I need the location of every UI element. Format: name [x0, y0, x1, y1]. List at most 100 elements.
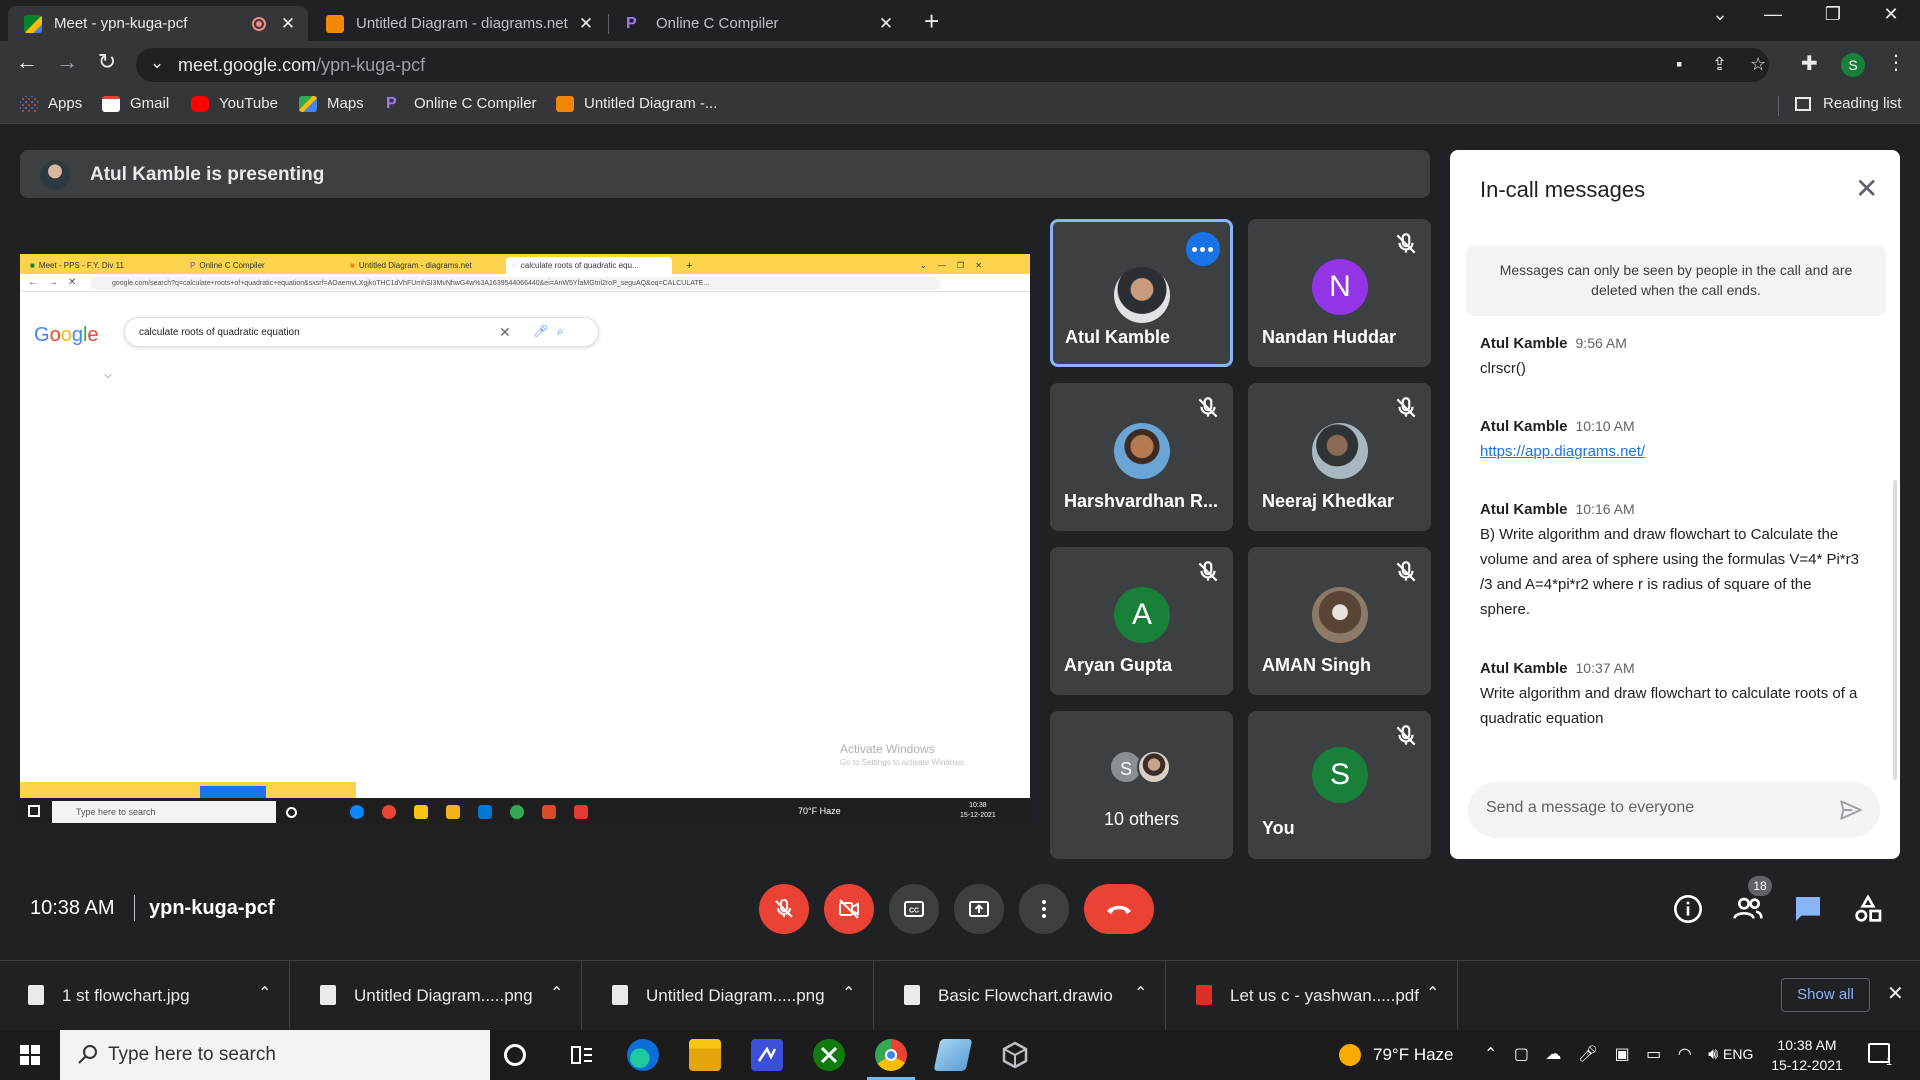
- tab-search-chevron-icon[interactable]: ⌄: [1700, 4, 1740, 25]
- toggle-camera-button[interactable]: [824, 884, 874, 934]
- download-options-chevron-icon[interactable]: ⌃: [842, 983, 855, 1003]
- download-options-chevron-icon[interactable]: ⌃: [550, 983, 563, 1003]
- tab-title: Online C Compiler: [656, 15, 779, 32]
- bookmark-untitled-diagram[interactable]: Untitled Diagram -...: [556, 95, 717, 112]
- participant-tile-others[interactable]: S 10 others: [1050, 711, 1233, 859]
- close-chat-button[interactable]: ✕: [1855, 172, 1878, 205]
- present-screen-icon: [969, 901, 989, 917]
- in-call-messages-panel: In-call messages ✕ Messages can only be …: [1450, 150, 1900, 859]
- leave-call-button[interactable]: [1084, 884, 1154, 934]
- close-tab-icon[interactable]: ✕: [278, 14, 298, 34]
- diagrams-favicon-icon: [326, 14, 344, 33]
- file-explorer-icon[interactable]: [689, 1039, 721, 1071]
- pdf-file-icon: [1196, 985, 1212, 1005]
- tab-diagrams[interactable]: Untitled Diagram - diagrams.net ✕: [310, 6, 606, 41]
- participant-tile-aman-singh[interactable]: AMAN Singh: [1248, 547, 1431, 695]
- taskbar-clock[interactable]: 10:38 AM 15-12-2021: [1767, 1035, 1847, 1075]
- xbox-icon[interactable]: [813, 1039, 845, 1071]
- hang-up-icon: [1107, 905, 1131, 914]
- bookmark-maps[interactable]: Maps: [299, 95, 364, 112]
- download-item[interactable]: 1 st flowchart.jpg ⌃: [0, 961, 290, 1031]
- generic-file-icon: [904, 985, 920, 1005]
- chat-icon[interactable]: [1792, 893, 1824, 925]
- download-options-chevron-icon[interactable]: ⌃: [1426, 983, 1439, 1003]
- message-sender: Atul Kamble: [1480, 418, 1568, 435]
- task-view-icon[interactable]: [566, 1039, 598, 1071]
- taskbar-weather[interactable]: 79°F Haze: [1339, 1044, 1454, 1066]
- input-language[interactable]: ENG: [1723, 1046, 1753, 1062]
- site-info-chevron-icon[interactable]: ⌄: [150, 53, 164, 73]
- shared-edge-icon: [350, 805, 364, 819]
- cortana-icon[interactable]: [504, 1044, 526, 1066]
- activities-icon[interactable]: [1852, 893, 1884, 925]
- close-download-shelf-icon[interactable]: ✕: [1887, 981, 1904, 1006]
- bookmark-apps[interactable]: Apps: [20, 95, 82, 112]
- clock-time: 10:38 AM: [1777, 1037, 1837, 1053]
- edge-browser-icon[interactable]: [627, 1039, 659, 1071]
- download-item[interactable]: Untitled Diagram.....png ⌃: [292, 961, 582, 1031]
- shared-taskbar: Type here to search 70°F Haze 10:38 15-12…: [20, 798, 1030, 826]
- people-icon[interactable]: [1732, 893, 1764, 925]
- reading-list-button[interactable]: Reading list: [1795, 95, 1901, 112]
- meeting-details-icon[interactable]: [1672, 893, 1704, 925]
- address-url[interactable]: meet.google.com/ypn-kuga-pcf: [178, 55, 425, 76]
- profile-avatar[interactable]: S: [1841, 53, 1865, 77]
- chrome-icon[interactable]: [867, 1039, 915, 1080]
- send-icon[interactable]: [1838, 797, 1864, 823]
- download-item[interactable]: Basic Flowchart.drawio ⌃: [876, 961, 1166, 1031]
- participant-tile-harshvardhan[interactable]: Harshvardhan R...: [1050, 383, 1233, 531]
- message-link[interactable]: https://app.diagrams.net/: [1480, 443, 1645, 460]
- extensions-puzzle-icon[interactable]: ✚: [1801, 51, 1818, 76]
- shared-mail-icon: [478, 805, 492, 819]
- reload-button[interactable]: ↻: [92, 49, 122, 75]
- camera-in-use-icon[interactable]: ▪: [1676, 54, 1682, 75]
- meeting-clock: 10:38 AM: [30, 897, 115, 919]
- forward-button[interactable]: →: [52, 49, 82, 75]
- back-button[interactable]: ←: [12, 49, 42, 75]
- message-sender: Atul Kamble: [1480, 501, 1568, 518]
- restore-button[interactable]: ❐: [1813, 4, 1853, 25]
- participant-tile-neeraj-khedkar[interactable]: Neeraj Khedkar: [1248, 383, 1431, 531]
- chat-message: Atul Kamble 9:56 AM clrscr(): [1480, 335, 1860, 381]
- bookmark-online-c-compiler[interactable]: P Online C Compiler: [386, 95, 537, 112]
- address-bar[interactable]: ⌄ meet.google.com/ypn-kuga-pcf ▪ ⇪ ☆: [136, 48, 1769, 82]
- windows-start-icon[interactable]: [20, 1045, 40, 1065]
- scratchpad-icon[interactable]: [933, 1039, 973, 1071]
- toggle-microphone-button[interactable]: [759, 884, 809, 934]
- bookmark-gmail[interactable]: Gmail: [102, 95, 169, 112]
- download-options-chevron-icon[interactable]: ⌃: [1134, 983, 1147, 1003]
- participant-tile-aryan-gupta[interactable]: A Aryan Gupta: [1050, 547, 1233, 695]
- system-tray-icons[interactable]: ⌃ ▢ ☁ 🎤︎ ▣ ▭ ◠ 🔊︎: [1484, 1044, 1724, 1064]
- participant-options-button[interactable]: [1186, 232, 1220, 266]
- captions-button[interactable]: CC: [889, 884, 939, 934]
- bookmark-label: YouTube: [219, 95, 278, 112]
- more-options-button[interactable]: [1019, 884, 1069, 934]
- tab-meet[interactable]: Meet - ypn-kuga-pcf ✕: [8, 6, 308, 41]
- close-tab-icon[interactable]: ✕: [576, 14, 596, 34]
- unity-hub-icon[interactable]: [999, 1039, 1031, 1071]
- participant-tile-nandan-huddar[interactable]: N Nandan Huddar: [1248, 219, 1431, 367]
- share-icon[interactable]: ⇪: [1712, 54, 1727, 75]
- bookmark-youtube[interactable]: YouTube: [191, 95, 278, 112]
- download-item[interactable]: Let us c - yashwan.....pdf ⌃: [1168, 961, 1458, 1031]
- minimize-button[interactable]: —: [1753, 4, 1793, 25]
- tab-online-c-compiler[interactable]: P Online C Compiler ✕: [610, 6, 906, 41]
- participant-tile-atul-kamble[interactable]: Atul Kamble: [1050, 219, 1233, 367]
- download-item[interactable]: Untitled Diagram.....png ⌃: [584, 961, 874, 1031]
- participant-tile-you[interactable]: S You: [1248, 711, 1431, 859]
- chat-message-input[interactable]: [1486, 799, 1816, 817]
- download-options-chevron-icon[interactable]: ⌃: [258, 983, 271, 1003]
- taskbar-search-input[interactable]: [108, 1044, 468, 1066]
- visual-studio-code-icon[interactable]: [751, 1039, 783, 1071]
- browser-menu-icon[interactable]: ⋮: [1886, 50, 1906, 75]
- new-tab-button[interactable]: +: [924, 6, 939, 37]
- chat-scrollbar[interactable]: [1893, 480, 1897, 780]
- bookmark-star-icon[interactable]: ☆: [1750, 54, 1766, 75]
- close-window-button[interactable]: ✕: [1871, 4, 1911, 25]
- close-tab-icon[interactable]: ✕: [876, 14, 896, 34]
- taskbar-search-box[interactable]: [60, 1030, 490, 1080]
- shared-clock-time: 10:38: [969, 802, 987, 809]
- show-all-downloads-button[interactable]: Show all: [1781, 978, 1870, 1012]
- present-now-button[interactable]: [954, 884, 1004, 934]
- presenting-banner: Atul Kamble is presenting: [20, 150, 1430, 198]
